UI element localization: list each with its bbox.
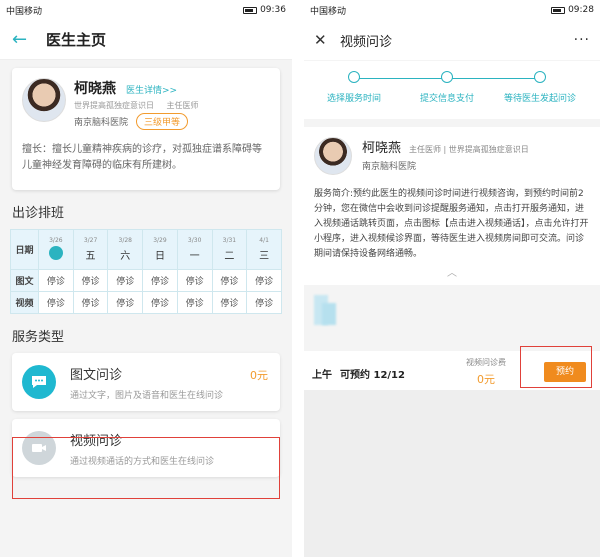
schedule-table: 日期 3/26 3/27 五 3/28 六 3/29 日 3/30 一 3/31 二 4/… [10, 229, 282, 314]
date-cell: 3/28 六 [107, 229, 144, 270]
empty-area [304, 390, 600, 557]
date-cell: 3/26 [38, 229, 74, 270]
step-label: 选择服务时间 [326, 94, 381, 104]
hospital-name: 南京脑科医院 [74, 118, 129, 128]
schedule-cell: 停诊 [72, 291, 109, 314]
schedule-row-video: 视频 停诊 停诊 停诊 停诊 停诊 停诊 停诊 [10, 291, 282, 314]
schedule-cell: 停诊 [246, 291, 282, 314]
schedule-cell: 停诊 [107, 269, 144, 292]
step-wait-doctor: 等待医生发起问诊 [495, 71, 585, 104]
doctor-avatar [22, 78, 66, 122]
slot-availability: 可预约 12/12 [340, 369, 405, 381]
doctor-title: 主任医师 [166, 101, 199, 110]
schedule-heading: 出诊排班 [12, 206, 65, 221]
status-icons: 09:28 [551, 5, 594, 15]
top-bar: ← 医生主页 [0, 20, 292, 60]
step-label: 提交信息支付 [419, 94, 474, 104]
service-price: 0元 [250, 369, 268, 382]
doctor-name: 柯晓燕 [362, 141, 402, 156]
page-title: 医生主页 [46, 31, 107, 49]
doctor-avatar [314, 137, 352, 175]
page-title: 视频问诊 [340, 34, 393, 50]
back-arrow-icon[interactable]: ← [12, 29, 38, 50]
battery-icon [243, 6, 258, 14]
highlight-box [520, 346, 592, 388]
blurred-area [304, 285, 600, 335]
carrier-label: 中国移动 [310, 6, 347, 17]
fee-value: 0元 [477, 373, 495, 386]
date-cell: 3/29 日 [142, 229, 178, 270]
schedule-cell: 停诊 [142, 269, 178, 292]
row-label: 视频 [10, 291, 39, 314]
schedule-cell: 停诊 [72, 269, 109, 292]
date-cell: 4/1 三 [246, 229, 282, 270]
date-cell: 3/31 二 [211, 229, 248, 270]
step-circle-icon [441, 71, 453, 83]
date-cell: 3/27 五 [72, 229, 109, 270]
schedule-cell: 停诊 [211, 269, 248, 292]
doctor-title: 主任医师 | 世界提高孤独症意识日 [409, 145, 529, 154]
clock-label: 09:28 [568, 5, 594, 15]
right-screen: 中国移动 09:28 ✕ 视频问诊 ··· 选择服务时间 提交信息支付 等待医生… [304, 0, 600, 557]
clock-label: 09:36 [260, 5, 286, 15]
schedule-cell: 停诊 [142, 291, 178, 314]
carrier-label: 中国移动 [6, 6, 43, 17]
date-row-label: 日期 [10, 229, 39, 270]
today-marker-icon [48, 245, 63, 260]
step-select-time: 选择服务时间 [309, 71, 399, 104]
status-icons: 09:36 [243, 5, 286, 15]
battery-icon [551, 6, 566, 14]
service-intro: 服务简介:预约此医生的视频问诊时间进行视频咨询，到预约时间前2分钟，您在微信中会… [314, 189, 589, 259]
doctor-summary: 柯晓燕 主任医师 | 世界提高孤独症意识日 南京脑科医院 服务简介:预约此医生的… [304, 127, 600, 285]
status-bar: 中国移动 09:28 [304, 0, 600, 20]
schedule-row-text: 图文 停诊 停诊 停诊 停诊 停诊 停诊 停诊 [10, 269, 282, 292]
text-consult-card[interactable]: 图文问诊 通过文字，图片及语音和医生在线问诊 0元 [12, 353, 280, 411]
doctor-detail-link[interactable]: 医生详情>> [126, 83, 177, 96]
schedule-cell: 停诊 [107, 291, 144, 314]
date-cell: 3/30 一 [176, 229, 213, 270]
schedule-date-row: 日期 3/26 3/27 五 3/28 六 3/29 日 3/30 一 3/31 二 4/… [10, 229, 282, 270]
status-bar: 中国移动 09:36 [0, 0, 292, 20]
service-heading: 服务类型 [12, 330, 65, 345]
schedule-cell: 停诊 [211, 291, 248, 314]
slot-fee: 视频问诊费 0元 [456, 357, 516, 387]
schedule-cell: 停诊 [38, 291, 74, 314]
step-label: 等待医生发起问诊 [503, 94, 576, 104]
service-title: 图文问诊 [70, 367, 123, 383]
top-bar: ✕ 视频问诊 ··· [304, 20, 600, 60]
grade-badge: 三级甲等 [136, 113, 189, 130]
step-circle-icon [534, 71, 546, 83]
step-submit-pay: 提交信息支付 [402, 71, 492, 104]
progress-steps: 选择服务时间 提交信息支付 等待医生发起问诊 [304, 61, 600, 119]
service-desc: 通过文字，图片及语音和医生在线问诊 [70, 390, 224, 401]
schedule-cell: 停诊 [176, 269, 213, 292]
row-label: 图文 [10, 269, 39, 292]
slot-period: 上午 [312, 369, 332, 381]
doctor-specialty: 擅长：擅长儿童精神疾病的诊疗，对孤独症谱系障碍等儿童神经发育障碍的临床有所建树。 [22, 144, 262, 171]
schedule-cell: 停诊 [246, 269, 282, 292]
doctor-name: 柯晓燕 [74, 81, 116, 97]
step-circle-icon [348, 71, 360, 83]
close-icon[interactable]: ✕ [314, 31, 334, 49]
more-menu-icon[interactable]: ··· [574, 32, 590, 48]
highlight-box [12, 437, 280, 499]
doctor-honor: 世界提高孤独症意识日 [74, 101, 154, 110]
schedule-cell: 停诊 [38, 269, 74, 292]
schedule-cell: 停诊 [176, 291, 213, 314]
doctor-card: 柯晓燕 医生详情>> 世界提高孤独症意识日 主任医师 南京脑科医院 三级甲等 擅… [12, 68, 280, 190]
chevron-up-icon[interactable]: ︿ [314, 264, 590, 279]
left-screen: 中国移动 09:36 ← 医生主页 柯晓燕 医生详情>> 世界提高孤独症意识日 … [0, 0, 292, 557]
hospital-name: 南京脑科医院 [362, 162, 417, 172]
chat-bubble-icon [22, 365, 56, 399]
fee-label: 视频问诊费 [466, 358, 506, 367]
